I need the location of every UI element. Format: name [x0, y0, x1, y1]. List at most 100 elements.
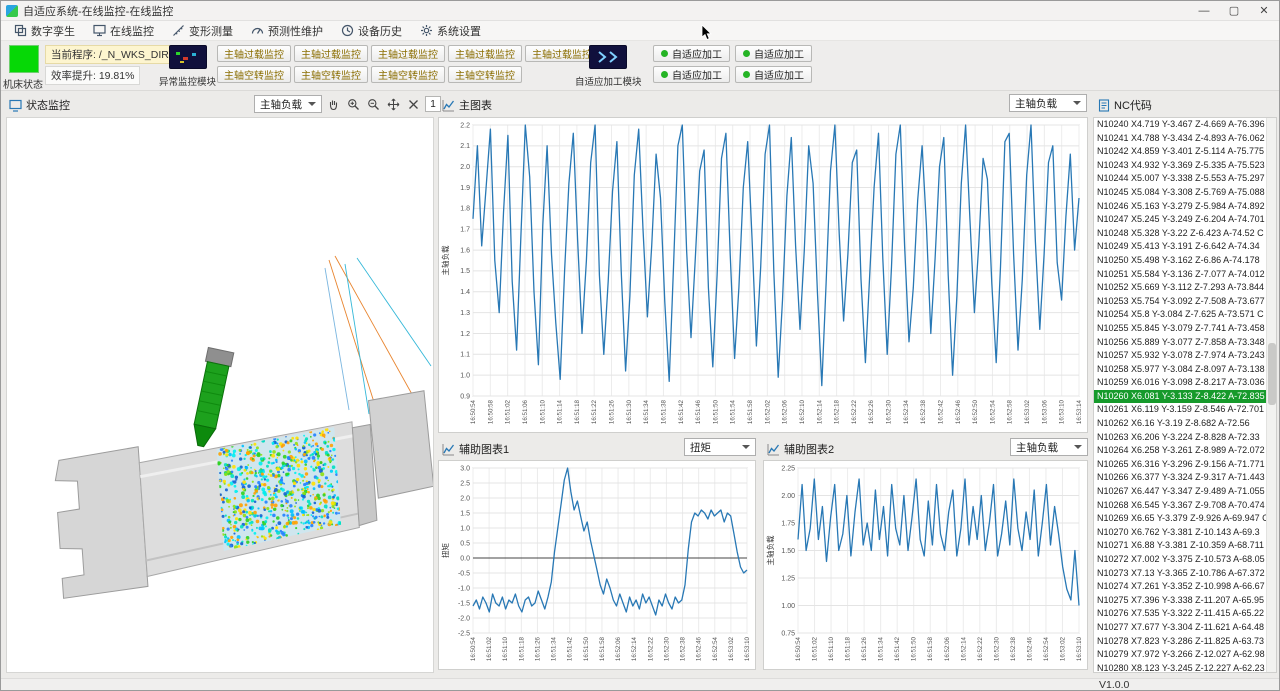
svg-text:16:52:06: 16:52:06	[615, 636, 622, 661]
svg-text:16:51:58: 16:51:58	[927, 636, 934, 661]
svg-text:16:51:42: 16:51:42	[678, 399, 685, 424]
nc-code-line[interactable]: N10271 X6.88 Y-3.381 Z-10.359 A-68.711	[1094, 539, 1266, 553]
zoom-level-value[interactable]: 1	[425, 96, 441, 112]
nc-code-line[interactable]: N10243 X4.932 Y-3.369 Z-5.335 A-75.523	[1094, 159, 1266, 173]
zoom-in-icon[interactable]	[345, 96, 362, 113]
nc-code-line[interactable]: N10252 X5.669 Y-3.112 Z-7.293 A-73.844	[1094, 281, 1266, 295]
nc-code-line[interactable]: N10255 X5.845 Y-3.079 Z-7.741 A-73.458	[1094, 322, 1266, 336]
nc-code-line[interactable]: N10269 X6.65 Y-3.379 Z-9.926 A-69.947 C	[1094, 512, 1266, 526]
menu-item-6[interactable]: 系统设置	[411, 22, 490, 40]
nc-code-line[interactable]: N10249 X5.413 Y-3.191 Z-6.642 A-74.34	[1094, 240, 1266, 254]
fit-view-icon[interactable]	[385, 96, 402, 113]
status-metric-select[interactable]: 主轴负载	[254, 95, 322, 113]
nc-code-line[interactable]: N10273 X7.13 Y-3.365 Z-10.786 A-67.372	[1094, 567, 1266, 581]
nc-code-line[interactable]: N10248 X5.328 Y-3.22 Z-6.423 A-74.52 C	[1094, 227, 1266, 241]
nc-code-line[interactable]: N10241 X4.788 Y-3.434 Z-4.893 A-76.062	[1094, 132, 1266, 146]
close-button[interactable]: ✕	[1249, 1, 1279, 20]
nc-code-line[interactable]: N10265 X6.316 Y-3.296 Z-9.156 A-71.771	[1094, 458, 1266, 472]
adaptive-machining-button[interactable]: 自适应加工	[653, 45, 730, 62]
menu-item-1[interactable]: 数字孪生	[5, 22, 84, 40]
nc-scrollbar-thumb[interactable]	[1268, 343, 1276, 405]
svg-text:1.2: 1.2	[460, 331, 470, 338]
nc-code-line[interactable]: N10263 X6.206 Y-3.224 Z-8.828 A-72.33	[1094, 431, 1266, 445]
spindle-idle-monitor-button[interactable]: 主轴空转监控	[448, 66, 522, 83]
nc-code-line[interactable]: N10266 X6.377 Y-3.324 Z-9.317 A-71.443	[1094, 471, 1266, 485]
nc-code-line[interactable]: N10264 X6.258 Y-3.261 Z-8.989 A-72.072	[1094, 444, 1266, 458]
nc-code-line[interactable]: N10272 X7.002 Y-3.375 Z-10.573 A-68.05	[1094, 553, 1266, 567]
app-window: 自适应系统-在线监控-在线监控 — ▢ ✕ 数字孪生在线监控变形测量预测性维护设…	[0, 0, 1280, 691]
nc-code-line[interactable]: N10256 X5.889 Y-3.077 Z-7.858 A-73.348	[1094, 336, 1266, 350]
nc-code-line[interactable]: N10247 X5.245 Y-3.249 Z-6.204 A-74.701	[1094, 213, 1266, 227]
aux1-metric-select[interactable]: 扭矩	[684, 438, 756, 456]
nc-code-line[interactable]: N10278 X7.823 Y-3.286 Z-11.825 A-63.73	[1094, 635, 1266, 649]
nc-code-line[interactable]: N10261 X6.119 Y-3.159 Z-8.546 A-72.701	[1094, 403, 1266, 417]
svg-text:16:50:54: 16:50:54	[470, 636, 477, 661]
button-label: 主轴空转监控	[301, 67, 361, 82]
svg-text:16:52:06: 16:52:06	[782, 399, 789, 424]
button-label: 主轴空转监控	[378, 67, 438, 82]
spindle-overload-monitor-button[interactable]: 主轴过载监控	[371, 45, 445, 62]
chevron-down-icon	[1074, 445, 1082, 449]
spindle-overload-monitor-button[interactable]: 主轴过载监控	[294, 45, 368, 62]
workpiece-3d-scene	[7, 118, 433, 672]
spindle-idle-monitor-button[interactable]: 主轴空转监控	[217, 66, 291, 83]
nc-code-line[interactable]: N10257 X5.932 Y-3.078 Z-7.974 A-73.243	[1094, 349, 1266, 363]
zoom-out-icon[interactable]	[365, 96, 382, 113]
nc-code-line[interactable]: N10240 X4.719 Y-3.467 Z-4.669 A-76.396	[1094, 118, 1266, 132]
svg-text:16:51:34: 16:51:34	[551, 636, 558, 661]
nc-code-line[interactable]: N10270 X6.762 Y-3.381 Z-10.143 A-69.3	[1094, 526, 1266, 540]
nc-scrollbar[interactable]	[1266, 118, 1276, 672]
svg-text:16:51:50: 16:51:50	[712, 399, 719, 424]
svg-text:2.00: 2.00	[781, 493, 795, 500]
nc-code-line[interactable]: N10254 X5.8 Y-3.084 Z-7.625 A-73.571 C	[1094, 308, 1266, 322]
nc-code-line[interactable]: N10258 X5.977 Y-3.084 Z-8.097 A-73.138	[1094, 363, 1266, 377]
nc-code-line[interactable]: N10280 X8.123 Y-3.245 Z-12.227 A-62.23	[1094, 662, 1266, 673]
spindle-overload-monitor-button[interactable]: 主轴过载监控	[448, 45, 522, 62]
nc-code-line[interactable]: N10251 X5.584 Y-3.136 Z-7.077 A-74.012	[1094, 268, 1266, 282]
spindle-overload-monitor-button[interactable]: 主轴过载监控	[525, 45, 599, 62]
menu-item-2[interactable]: 在线监控	[84, 22, 163, 40]
menu-item-3[interactable]: 变形测量	[163, 22, 242, 40]
nc-code-line[interactable]: N10253 X5.754 Y-3.092 Z-7.508 A-73.677	[1094, 295, 1266, 309]
aux2-metric-select[interactable]: 主轴负载	[1010, 438, 1088, 456]
nc-code-line[interactable]: N10242 X4.859 Y-3.401 Z-5.114 A-75.775	[1094, 145, 1266, 159]
svg-text:2.0: 2.0	[460, 164, 470, 171]
nc-code-line[interactable]: N10245 X5.084 Y-3.308 Z-5.769 A-75.088	[1094, 186, 1266, 200]
nc-code-line[interactable]: N10277 X7.677 Y-3.304 Z-11.621 A-64.48	[1094, 621, 1266, 635]
spindle-idle-monitor-button[interactable]: 主轴空转监控	[371, 66, 445, 83]
nc-panel-header: NC代码	[1098, 95, 1152, 115]
close-view-icon[interactable]	[405, 96, 422, 113]
nc-code-line[interactable]: N10268 X6.545 Y-3.367 Z-9.708 A-70.474	[1094, 499, 1266, 513]
main-chart-metric-select[interactable]: 主轴负载	[1009, 94, 1087, 112]
button-label: 主轴空转监控	[224, 67, 284, 82]
nc-code-line[interactable]: N10267 X6.447 Y-3.347 Z-9.489 A-71.055	[1094, 485, 1266, 499]
nc-code-line[interactable]: N10244 X5.007 Y-3.338 Z-5.553 A-75.297	[1094, 172, 1266, 186]
spindle-idle-monitor-button[interactable]: 主轴空转监控	[294, 66, 368, 83]
nc-code-lines: N10240 X4.719 Y-3.467 Z-4.669 A-76.396N1…	[1094, 118, 1266, 673]
adaptive-machining-button[interactable]: 自适应加工	[735, 45, 812, 62]
menu-item-4[interactable]: 预测性维护	[242, 22, 332, 40]
nc-code-line[interactable]: N10279 X7.972 Y-3.266 Z-12.027 A-62.98	[1094, 648, 1266, 662]
adaptive-machining-button[interactable]: 自适应加工	[735, 66, 812, 83]
nc-code-line[interactable]: N10275 X7.396 Y-3.338 Z-11.207 A-65.95	[1094, 594, 1266, 608]
line-chart-icon	[442, 99, 455, 112]
3d-viewport[interactable]	[6, 117, 434, 673]
nc-code-line[interactable]: N10246 X5.163 Y-3.279 Z-5.984 A-74.892	[1094, 200, 1266, 214]
svg-text:16:51:58: 16:51:58	[747, 399, 754, 424]
svg-text:1.5: 1.5	[460, 268, 470, 275]
nc-code-line-active[interactable]: N10260 X6.081 Y-3.133 Z-8.422 A-72.835	[1094, 390, 1266, 404]
nc-code-line[interactable]: N10250 X5.498 Y-3.162 Z-6.86 A-74.178	[1094, 254, 1266, 268]
nc-code-line[interactable]: N10259 X6.016 Y-3.098 Z-8.217 A-73.036	[1094, 376, 1266, 390]
adaptive-machining-button[interactable]: 自适应加工	[653, 66, 730, 83]
menu-item-5[interactable]: 设备历史	[332, 22, 411, 40]
adaptive-module-icon	[589, 45, 627, 69]
button-label: 主轴过载监控	[455, 46, 515, 61]
pan-hand-icon[interactable]	[325, 96, 342, 113]
nc-code-line[interactable]: N10262 X6.16 Y-3.19 Z-8.682 A-72.56	[1094, 417, 1266, 431]
maximize-button[interactable]: ▢	[1219, 1, 1249, 20]
workpiece-3d-model	[51, 390, 433, 598]
minimize-button[interactable]: —	[1189, 1, 1219, 20]
nc-code-line[interactable]: N10274 X7.261 Y-3.352 Z-10.998 A-66.67	[1094, 580, 1266, 594]
spindle-overload-monitor-button[interactable]: 主轴过载监控	[217, 45, 291, 62]
nc-code-line[interactable]: N10276 X7.535 Y-3.322 Z-11.415 A-65.22	[1094, 607, 1266, 621]
